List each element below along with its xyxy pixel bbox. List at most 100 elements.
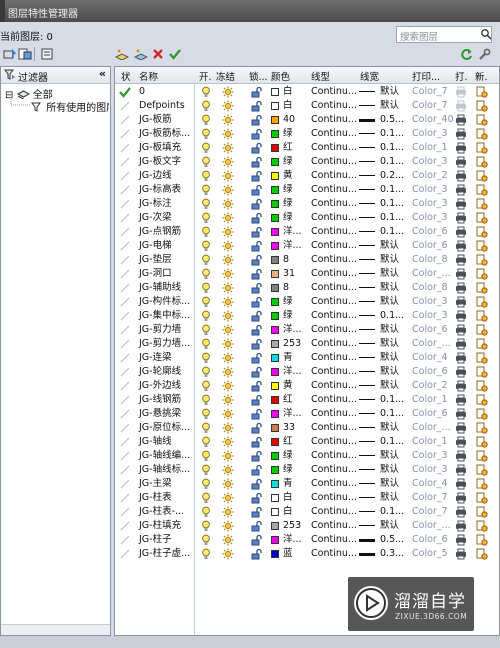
layer-status-icon[interactable]: [119, 156, 131, 168]
linetype[interactable]: Continu...: [311, 324, 357, 336]
layer-status-icon[interactable]: [119, 240, 131, 252]
bulb-on-icon[interactable]: [201, 380, 213, 392]
color-name[interactable]: 253: [283, 338, 301, 350]
color-swatch[interactable]: [271, 354, 279, 362]
printer-icon[interactable]: [455, 506, 467, 518]
bulb-on-icon[interactable]: [201, 464, 213, 476]
layer-row[interactable]: JG-柱表-... 白 Continu... 0.1... Color_7: [115, 505, 499, 519]
bulb-on-icon[interactable]: [201, 366, 213, 378]
plot-style[interactable]: Color_4: [412, 478, 448, 490]
new-vp-freeze-icon[interactable]: [476, 478, 488, 490]
plot-style[interactable]: Color_2: [412, 170, 448, 182]
color-name[interactable]: 白: [283, 100, 293, 112]
lineweight[interactable]: 0.1...: [380, 156, 404, 168]
lineweight[interactable]: 0.1...: [380, 506, 404, 518]
layer-status-icon[interactable]: [119, 268, 131, 280]
bulb-on-icon[interactable]: [201, 506, 213, 518]
color-name[interactable]: 33: [283, 422, 295, 434]
color-swatch[interactable]: [271, 382, 279, 390]
layer-status-icon[interactable]: [119, 282, 131, 294]
bulb-on-icon[interactable]: [201, 184, 213, 196]
color-name[interactable]: 31: [283, 268, 295, 280]
bulb-on-icon[interactable]: [201, 394, 213, 406]
layer-row[interactable]: Defpoints 白 Continu... 默认 Color_7: [115, 99, 499, 113]
color-swatch[interactable]: [271, 312, 279, 320]
lineweight[interactable]: 默认: [380, 100, 399, 112]
unlock-icon[interactable]: [251, 506, 263, 518]
layer-status-icon[interactable]: [119, 548, 131, 560]
layer-row[interactable]: JG-垫层 8 Continu... 默认 Color_8: [115, 253, 499, 267]
col-name[interactable]: 名称: [139, 69, 158, 83]
unlock-icon[interactable]: [251, 492, 263, 504]
unlock-icon[interactable]: [251, 394, 263, 406]
color-name[interactable]: 绿: [283, 450, 293, 462]
unlock-icon[interactable]: [251, 184, 263, 196]
sun-thaw-icon[interactable]: [222, 268, 234, 280]
color-name[interactable]: 洋...: [283, 226, 302, 238]
sun-thaw-icon[interactable]: [222, 548, 234, 560]
unlock-icon[interactable]: [251, 366, 263, 378]
plot-style[interactable]: Color_6: [412, 408, 448, 420]
color-name[interactable]: 253: [283, 520, 301, 532]
col-plot[interactable]: 打.: [455, 69, 468, 83]
sun-thaw-icon[interactable]: [222, 380, 234, 392]
new-vp-freeze-icon[interactable]: [476, 240, 488, 252]
color-swatch[interactable]: [271, 158, 279, 166]
new-vp-freeze-icon[interactable]: [476, 436, 488, 448]
color-name[interactable]: 洋...: [283, 534, 302, 546]
sun-thaw-icon[interactable]: [222, 296, 234, 308]
bulb-on-icon[interactable]: [201, 268, 213, 280]
unlock-icon[interactable]: [251, 114, 263, 126]
printer-icon[interactable]: [455, 380, 467, 392]
lineweight[interactable]: 0.1...: [380, 408, 404, 420]
col-on[interactable]: 开.: [199, 69, 212, 83]
layer-name[interactable]: JG-板筋: [139, 114, 172, 126]
color-swatch[interactable]: [271, 228, 279, 236]
col-lineweight[interactable]: 线宽: [360, 69, 379, 83]
color-swatch[interactable]: [271, 270, 279, 278]
new-vp-freeze-icon[interactable]: [476, 380, 488, 392]
linetype[interactable]: Continu...: [311, 352, 357, 364]
new-layer-icon[interactable]: [114, 46, 130, 62]
sun-thaw-icon[interactable]: [222, 464, 234, 476]
plot-style[interactable]: Color_3: [412, 296, 448, 308]
printer-icon[interactable]: [455, 296, 467, 308]
lineweight[interactable]: 默认: [380, 492, 399, 504]
lineweight[interactable]: 0.3...: [380, 548, 404, 560]
printer-icon[interactable]: [455, 86, 467, 98]
linetype[interactable]: Continu...: [311, 198, 357, 210]
sun-thaw-icon[interactable]: [222, 534, 234, 546]
printer-icon[interactable]: [455, 422, 467, 434]
color-swatch[interactable]: [271, 116, 279, 124]
bulb-on-icon[interactable]: [201, 324, 213, 336]
layer-status-icon[interactable]: [119, 170, 131, 182]
sun-thaw-icon[interactable]: [222, 478, 234, 490]
unlock-icon[interactable]: [251, 380, 263, 392]
color-swatch[interactable]: [271, 102, 279, 110]
new-vp-freeze-icon[interactable]: [476, 156, 488, 168]
linetype[interactable]: Continu...: [311, 366, 357, 378]
col-lock[interactable]: 锁...: [249, 69, 268, 83]
sun-thaw-icon[interactable]: [222, 156, 234, 168]
unlock-icon[interactable]: [251, 198, 263, 210]
color-swatch[interactable]: [271, 522, 279, 530]
bulb-on-icon[interactable]: [201, 86, 213, 98]
layer-status-icon[interactable]: [119, 226, 131, 238]
lineweight[interactable]: 0.1...: [380, 128, 404, 140]
layer-row[interactable]: JG-剪力墙... 253 Continu... 默认 Color_...: [115, 337, 499, 351]
plot-style[interactable]: Color_3: [412, 450, 448, 462]
linetype[interactable]: Continu...: [311, 142, 357, 154]
color-name[interactable]: 40: [283, 114, 295, 126]
layer-row[interactable]: JG-标高表 绿 Continu... 0.1... Color_3: [115, 183, 499, 197]
new-vp-freeze-icon[interactable]: [476, 534, 488, 546]
printer-icon[interactable]: [455, 184, 467, 196]
plot-style[interactable]: Color_7: [412, 100, 448, 112]
col-status[interactable]: 状: [121, 69, 131, 83]
linetype[interactable]: Continu...: [311, 520, 357, 532]
layer-row[interactable]: JG-剪力墙 洋... Continu... 默认 Color_6: [115, 323, 499, 337]
color-swatch[interactable]: [271, 424, 279, 432]
color-swatch[interactable]: [271, 480, 279, 488]
layer-status-icon[interactable]: [119, 310, 131, 322]
color-name[interactable]: 青: [283, 478, 293, 490]
layer-row[interactable]: 0 白 Continu... 默认 Color_7: [115, 85, 499, 99]
